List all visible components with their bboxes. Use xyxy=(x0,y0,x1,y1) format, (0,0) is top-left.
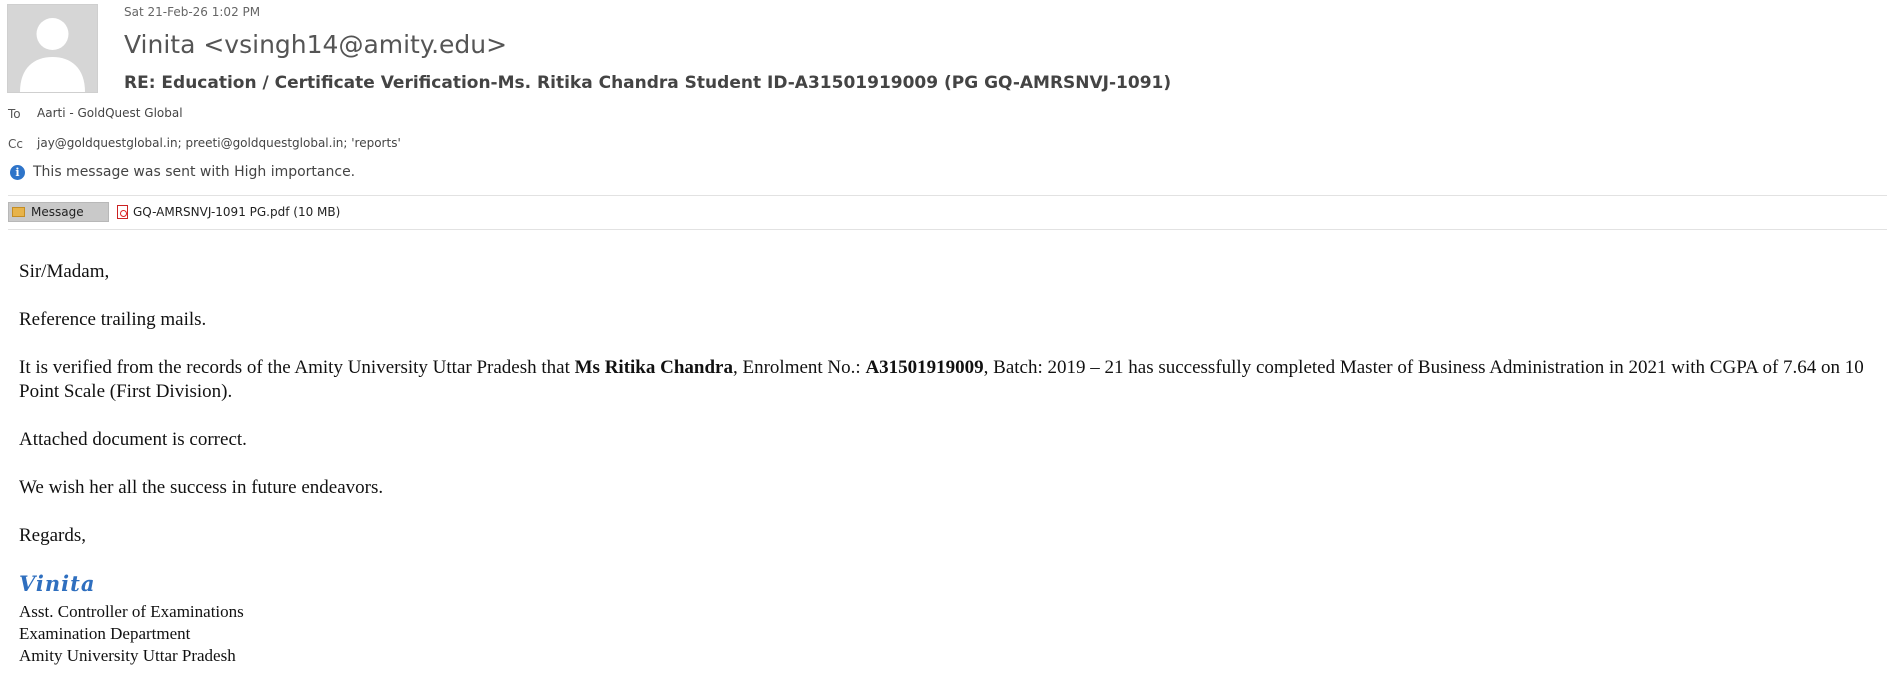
verification-text: , Enrolment No.: xyxy=(732,357,866,378)
attachment-label: GQ-AMRSNVJ-1091 PG.pdf (10 MB) xyxy=(133,205,341,219)
tab-message-label: Message xyxy=(31,205,84,219)
attached-line: Attached document is correct. xyxy=(19,429,247,450)
signature-department: Examination Department xyxy=(19,624,191,643)
info-icon: i xyxy=(10,164,25,180)
tab-message[interactable]: Message xyxy=(8,202,109,222)
to-recipient[interactable]: Aarti - GoldQuest Global xyxy=(37,106,183,120)
wish-line: We wish her all the success in future en… xyxy=(19,477,384,498)
enrolment-number: A31501919009 xyxy=(865,357,984,378)
person-placeholder-icon xyxy=(8,5,97,92)
importance-text: This message was sent with High importan… xyxy=(33,164,356,180)
verification-text: It is verified from the records of the A… xyxy=(19,357,575,378)
attachment-pdf[interactable]: GQ-AMRSNVJ-1091 PG.pdf (10 MB) xyxy=(117,205,340,219)
sent-date: Sat 21-Feb-26 1:02 PM xyxy=(124,5,261,19)
attachment-bar: Message GQ-AMRSNVJ-1091 PG.pdf (10 MB) xyxy=(8,202,340,222)
email-subject: RE: Education / Certificate Verification… xyxy=(124,73,1172,93)
greeting: Sir/Madam, xyxy=(19,261,110,282)
to-label: To xyxy=(8,107,21,121)
verification-paragraph: It is verified from the records of the A… xyxy=(19,356,1885,404)
cc-recipients[interactable]: jay@goldquestglobal.in; preeti@goldquest… xyxy=(37,136,401,150)
student-name: Ms Ritika Chandra xyxy=(574,357,733,378)
importance-notice: i This message was sent with High import… xyxy=(10,164,355,180)
pdf-icon xyxy=(117,205,128,219)
divider xyxy=(8,195,1887,196)
signature-title: Asst. Controller of Examinations xyxy=(19,602,244,621)
sender-avatar xyxy=(7,4,98,93)
divider xyxy=(8,229,1887,230)
regards-line: Regards, xyxy=(19,525,87,546)
reference-line: Reference trailing mails. xyxy=(19,309,207,330)
signature-block: Asst. Controller of Examinations Examina… xyxy=(19,601,244,667)
signature-image: Vinita xyxy=(19,571,96,596)
sender-name[interactable]: Vinita <vsingh14@amity.edu> xyxy=(124,30,507,59)
cc-label: Cc xyxy=(8,137,23,151)
envelope-icon xyxy=(12,207,25,217)
signature-organization: Amity University Uttar Pradesh xyxy=(19,646,236,665)
